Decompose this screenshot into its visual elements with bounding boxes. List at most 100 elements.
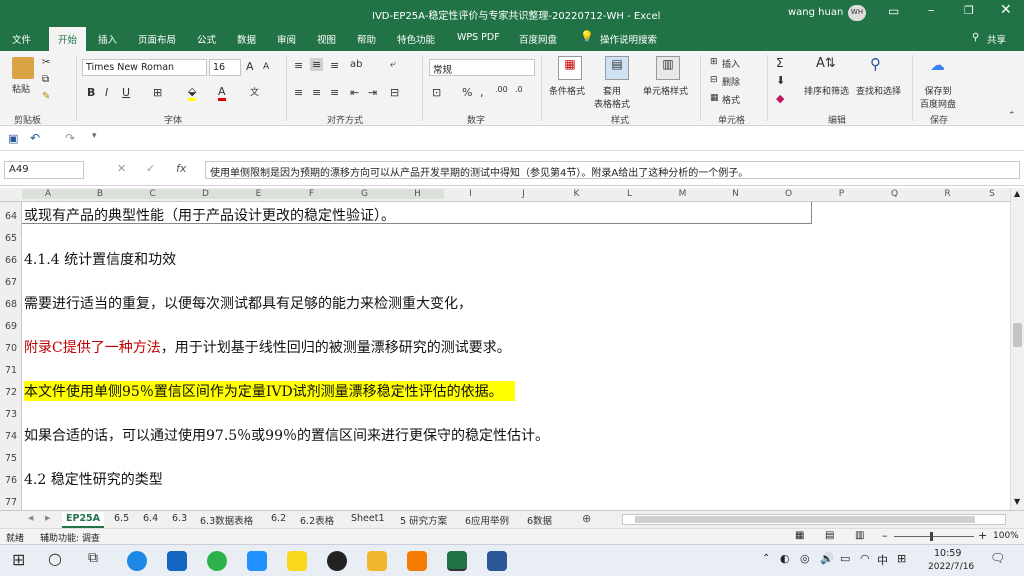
- music-app-icon[interactable]: [327, 551, 347, 571]
- tab-special[interactable]: 特色功能: [397, 32, 435, 46]
- col-header[interactable]: F: [285, 189, 338, 199]
- fill-color-icon[interactable]: ⬙: [188, 85, 197, 101]
- scroll-up-icon[interactable]: ▲: [1014, 189, 1020, 198]
- page-layout-view-icon[interactable]: ▤: [825, 530, 834, 541]
- col-header[interactable]: S: [974, 189, 1010, 199]
- decrease-font-icon[interactable]: A: [263, 62, 269, 72]
- sheet-tab[interactable]: Sheet1: [347, 512, 389, 528]
- h-scroll-thumb[interactable]: [635, 516, 975, 523]
- align-middle-icon[interactable]: ≡: [310, 58, 324, 71]
- format-cells-button[interactable]: 格式: [722, 93, 740, 106]
- cancel-icon[interactable]: ✕: [117, 162, 126, 175]
- horizontal-scrollbar[interactable]: [622, 514, 1006, 525]
- tab-formulas[interactable]: 公式: [197, 32, 216, 46]
- format-painter-icon[interactable]: ✎: [42, 91, 50, 102]
- underline-icon[interactable]: U: [122, 86, 130, 99]
- tell-me-search[interactable]: 操作说明搜索: [600, 32, 657, 46]
- row-header[interactable]: 64: [0, 211, 22, 222]
- name-box[interactable]: A49: [4, 161, 84, 179]
- col-header[interactable]: M: [656, 189, 709, 199]
- row-header[interactable]: 65: [0, 233, 22, 244]
- keyboard-icon[interactable]: ⊞: [897, 552, 906, 565]
- photos-icon[interactable]: [247, 551, 267, 571]
- ime-indicator[interactable]: 中: [877, 552, 888, 568]
- insert-function-button[interactable]: fx: [176, 162, 186, 175]
- orange-app-icon[interactable]: [407, 551, 427, 571]
- cell-text[interactable]: 需要进行适当的重复，以便每次测试都具有足够的能力来检测重大变化，: [24, 293, 472, 313]
- zoom-level[interactable]: 100%: [993, 531, 1019, 541]
- row-header[interactable]: 74: [0, 431, 22, 442]
- indent-decrease-icon[interactable]: ⇤: [350, 86, 359, 99]
- edge-icon[interactable]: [127, 551, 147, 571]
- sort-filter-button[interactable]: 排序和筛选: [804, 84, 849, 97]
- zoom-in-icon[interactable]: +: [978, 529, 987, 542]
- font-name-combo[interactable]: Times New Roman: [82, 59, 207, 76]
- scroll-down-icon[interactable]: ▼: [1014, 497, 1020, 506]
- col-header[interactable]: K: [550, 189, 603, 199]
- comma-icon[interactable]: ,: [480, 86, 484, 99]
- tab-data[interactable]: 数据: [237, 32, 256, 46]
- sticky-app-icon[interactable]: [287, 551, 307, 571]
- align-top-icon[interactable]: ≡: [294, 59, 303, 72]
- fill-icon[interactable]: ⬇: [776, 74, 785, 87]
- minimize-icon[interactable]: –: [928, 3, 935, 18]
- align-left-icon[interactable]: ≡: [294, 86, 303, 99]
- enter-icon[interactable]: ✓: [146, 162, 155, 175]
- tab-page-layout[interactable]: 页面布局: [138, 32, 176, 46]
- highlighted-cell-text[interactable]: 本文件使用单侧95％置信区间作为定量IVD试剂测量漂移稳定性评估的依据。: [24, 381, 515, 401]
- battery-icon[interactable]: ▭: [840, 552, 850, 565]
- collapse-ribbon-icon[interactable]: ⌃: [1008, 111, 1016, 121]
- search-circle-icon[interactable]: ○: [48, 549, 62, 568]
- paste-icon[interactable]: [12, 57, 34, 79]
- vertical-scrollbar[interactable]: ▲ ▼: [1010, 188, 1024, 510]
- cell-text[interactable]: 如果合适的话，可以通过使用97.5％或99％的置信区间来进行更保守的稳定性估计。: [24, 425, 549, 445]
- italic-icon[interactable]: I: [105, 86, 108, 99]
- formula-input[interactable]: 使用单侧限制是因为预期的漂移方向可以从产品开发早期的测试中得知（参见第4节）。附…: [205, 161, 1020, 179]
- row-header[interactable]: 68: [0, 299, 22, 310]
- sheet-tab[interactable]: 5 研究方案: [396, 512, 451, 528]
- row-header[interactable]: 73: [0, 409, 22, 420]
- wechat-icon[interactable]: [207, 551, 227, 571]
- col-header[interactable]: I: [444, 189, 497, 199]
- windows-start-icon[interactable]: ⊞: [12, 550, 25, 569]
- sheet-tab[interactable]: 6数据: [523, 512, 556, 528]
- tray-app-icon[interactable]: ◐: [780, 552, 790, 565]
- col-header[interactable]: R: [921, 189, 974, 199]
- save-baidu-button[interactable]: 保存到 百度网盘: [920, 84, 956, 110]
- col-header[interactable]: P: [815, 189, 868, 199]
- tab-help[interactable]: 帮助: [357, 32, 376, 46]
- delete-cells-button[interactable]: 删除: [722, 75, 740, 88]
- col-header[interactable]: E: [232, 189, 285, 199]
- table-format-button[interactable]: 套用 表格格式: [594, 84, 630, 110]
- close-icon[interactable]: ✕: [1000, 2, 1012, 18]
- row-header[interactable]: 69: [0, 321, 22, 332]
- tab-file[interactable]: 文件: [12, 32, 31, 46]
- cell-grid[interactable]: 或现有产品的典型性能（用于产品设计更改的稳定性验证）。 4.1.4 统计置信度和…: [22, 202, 1010, 510]
- row-header[interactable]: 77: [0, 497, 22, 508]
- restore-icon[interactable]: ❐: [964, 4, 974, 17]
- word-taskbar-icon[interactable]: [487, 551, 507, 571]
- sheet-tab[interactable]: 6应用举例: [461, 512, 513, 528]
- user-avatar[interactable]: WH: [848, 5, 866, 21]
- cell-text[interactable]: 4.2 稳定性研究的类型: [24, 469, 163, 489]
- col-header[interactable]: B: [74, 189, 126, 199]
- clear-icon[interactable]: ◆: [776, 92, 784, 105]
- currency-icon[interactable]: ⊡: [432, 86, 441, 99]
- undo-icon[interactable]: ↶: [30, 131, 40, 145]
- notification-icon[interactable]: 🗨: [990, 551, 1005, 565]
- align-right-icon[interactable]: ≡: [330, 86, 339, 99]
- zoom-slider-thumb[interactable]: [930, 532, 933, 541]
- copy-icon[interactable]: ⧉: [42, 74, 49, 85]
- sheet-tab[interactable]: 6.5: [110, 512, 133, 528]
- tab-baidu[interactable]: 百度网盘: [519, 32, 557, 46]
- align-bottom-icon[interactable]: ≡: [330, 59, 339, 72]
- col-header[interactable]: L: [603, 189, 656, 199]
- col-header[interactable]: Q: [868, 189, 921, 199]
- sheet-tab[interactable]: 6.2: [267, 512, 290, 528]
- tab-view[interactable]: 视图: [317, 32, 336, 46]
- accessibility-status[interactable]: 辅助功能: 调查: [40, 531, 100, 544]
- add-sheet-icon[interactable]: ⊕: [582, 512, 591, 525]
- zoom-slider[interactable]: [894, 536, 974, 537]
- cut-icon[interactable]: ✂: [42, 57, 50, 68]
- scroll-thumb[interactable]: [1013, 323, 1022, 347]
